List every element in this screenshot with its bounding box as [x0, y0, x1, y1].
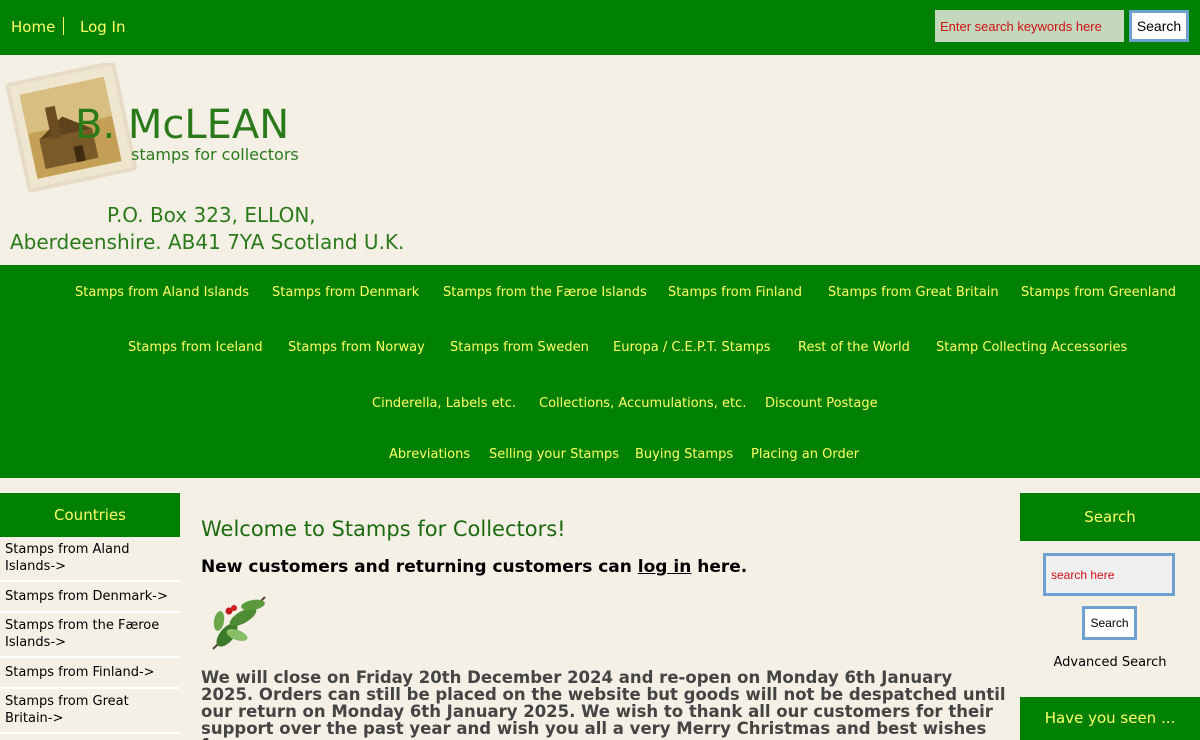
sidebar-item-finland[interactable]: Stamps from Finland->	[0, 658, 180, 689]
countries-sidebar: Countries Stamps from Aland Islands-> St…	[0, 493, 180, 740]
site-logo[interactable]: B. McLEAN stamps for collectors	[5, 63, 325, 193]
sidebar-item-aland[interactable]: Stamps from Aland Islands->	[0, 537, 180, 582]
search-heading: Search	[1020, 493, 1200, 541]
holiday-notice: We will close on Friday 20th December 20…	[201, 668, 1006, 740]
login-here-link[interactable]: log in	[638, 557, 692, 577]
cat-link-placing-order[interactable]: Placing an Order	[751, 447, 859, 462]
cat-link-great-britain[interactable]: Stamps from Great Britain	[828, 285, 999, 300]
top-search-button[interactable]: Search	[1129, 10, 1189, 42]
login-prompt-before: New customers and returning customers ca…	[201, 557, 638, 577]
cat-link-iceland[interactable]: Stamps from Iceland	[128, 340, 263, 355]
main-content: Welcome to Stamps for Collectors! New cu…	[201, 515, 1006, 740]
search-sidebar: Search Search Advanced Search Have you s…	[1020, 493, 1200, 740]
sidebar-item-faroe[interactable]: Stamps from the Færoe Islands->	[0, 613, 180, 658]
logo-text: B. McLEAN	[75, 102, 289, 148]
cat-link-aland[interactable]: Stamps from Aland Islands	[75, 285, 249, 300]
sidebar-item-great-britain[interactable]: Stamps from Great Britain->	[0, 689, 180, 734]
holly-icon	[212, 596, 266, 650]
login-link[interactable]: Log In	[80, 18, 126, 36]
cat-link-selling[interactable]: Selling your Stamps	[489, 447, 619, 462]
cat-link-cinderella[interactable]: Cinderella, Labels etc.	[372, 396, 516, 411]
cat-link-collections[interactable]: Collections, Accumulations, etc.	[539, 396, 746, 411]
cat-link-buying[interactable]: Buying Stamps	[635, 447, 733, 462]
side-search-input[interactable]	[1043, 553, 1175, 596]
cat-link-norway[interactable]: Stamps from Norway	[288, 340, 425, 355]
cat-link-sweden[interactable]: Stamps from Sweden	[450, 340, 589, 355]
have-you-seen-heading: Have you seen ...	[1020, 697, 1200, 740]
postal-address: P.O. Box 323, ELLON, Aberdeenshire. AB41…	[10, 202, 430, 256]
cat-link-finland[interactable]: Stamps from Finland	[668, 285, 802, 300]
address-line-1: P.O. Box 323, ELLON,	[107, 203, 316, 227]
home-link[interactable]: Home	[11, 18, 55, 36]
cat-link-rest-of-world[interactable]: Rest of the World	[798, 340, 910, 355]
login-prompt: New customers and returning customers ca…	[201, 557, 1006, 577]
sidebar-item-denmark[interactable]: Stamps from Denmark->	[0, 582, 180, 613]
cat-link-accessories[interactable]: Stamp Collecting Accessories	[936, 340, 1127, 355]
top-bar: Home Log In Search	[0, 0, 1200, 55]
cat-link-denmark[interactable]: Stamps from Denmark	[272, 285, 419, 300]
logo-tagline: stamps for collectors	[131, 145, 299, 164]
advanced-search-link[interactable]: Advanced Search	[1020, 655, 1200, 670]
login-prompt-after: here.	[691, 557, 748, 577]
cat-link-abreviations[interactable]: Abreviations	[389, 447, 470, 462]
cat-link-greenland[interactable]: Stamps from Greenland	[1021, 285, 1176, 300]
category-nav: Stamps from Aland Islands Stamps from De…	[0, 265, 1200, 478]
address-line-2: Aberdeenshire. AB41 7YA Scotland U.K.	[10, 230, 405, 254]
cat-link-faroe[interactable]: Stamps from the Færoe Islands	[443, 285, 647, 300]
nav-divider	[63, 17, 64, 35]
site-header: B. McLEAN stamps for collectors P.O. Box…	[0, 55, 1200, 265]
top-search-input[interactable]	[935, 10, 1124, 42]
cat-link-discount-postage[interactable]: Discount Postage	[765, 396, 878, 411]
page-title: Welcome to Stamps for Collectors!	[201, 517, 566, 541]
cat-link-europa[interactable]: Europa / C.E.P.T. Stamps	[613, 340, 771, 355]
side-search-button[interactable]: Search	[1082, 606, 1137, 640]
countries-heading: Countries	[0, 493, 180, 537]
